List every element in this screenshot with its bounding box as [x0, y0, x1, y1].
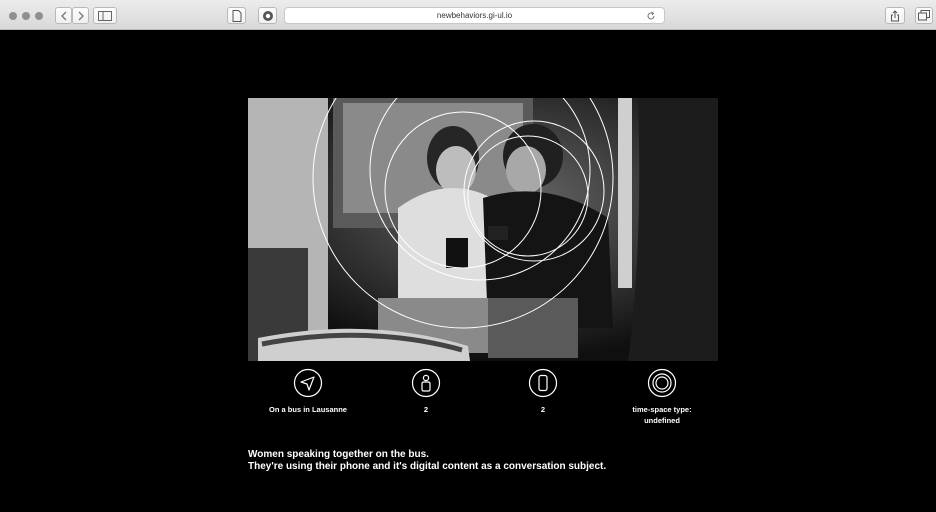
people-count: 2	[423, 405, 429, 414]
behavior-description: Women speaking together on the bus. They…	[248, 449, 606, 473]
description-line-2: They're using their phone and it's digit…	[248, 461, 607, 472]
share-icon	[891, 9, 899, 21]
browser-toolbar: newbehaviors.gi-ul.io	[0, 0, 936, 30]
location-info: On a bus in Lausanne	[243, 368, 373, 415]
forward-button[interactable]	[72, 7, 89, 24]
location-label: On a bus in Lausanne	[269, 405, 347, 414]
phone-icon	[528, 368, 558, 398]
chevron-right-icon	[78, 11, 84, 20]
sidebar-button[interactable]	[93, 7, 117, 24]
time-space-type-value: undefined	[644, 416, 680, 425]
close-window-dot[interactable]	[9, 12, 17, 20]
description-line-1: Women speaking together on the bus.	[248, 449, 429, 460]
behavior-photo	[248, 98, 718, 361]
time-space-info: time-space type: undefined	[597, 368, 727, 426]
bus-scene-image	[248, 98, 718, 361]
people-info: 2	[361, 368, 491, 415]
reload-icon[interactable]	[646, 11, 656, 21]
zoom-window-dot[interactable]	[35, 12, 43, 20]
ghostery-icon	[262, 10, 273, 21]
concentric-circles-icon	[647, 368, 677, 398]
tabs-button[interactable]	[915, 7, 933, 24]
navigation-arrow-icon	[293, 368, 323, 398]
sidebar-icon	[98, 10, 112, 21]
devices-info: 2	[478, 368, 608, 415]
address-bar[interactable]: newbehaviors.gi-ul.io	[284, 7, 665, 24]
url-text: newbehaviors.gi-ul.io	[436, 11, 513, 20]
person-icon	[411, 368, 441, 398]
chevron-left-icon	[60, 11, 66, 20]
reader-button[interactable]	[227, 7, 246, 24]
back-button[interactable]	[55, 7, 72, 24]
tabs-icon	[918, 10, 930, 21]
extension-button[interactable]	[258, 7, 277, 24]
devices-count: 2	[540, 405, 546, 414]
share-button[interactable]	[885, 7, 905, 24]
minimize-window-dot[interactable]	[22, 12, 30, 20]
time-space-type-label: time-space type:	[632, 405, 692, 414]
page-icon	[232, 9, 241, 22]
time-space-label: time-space type: undefined	[597, 404, 727, 426]
